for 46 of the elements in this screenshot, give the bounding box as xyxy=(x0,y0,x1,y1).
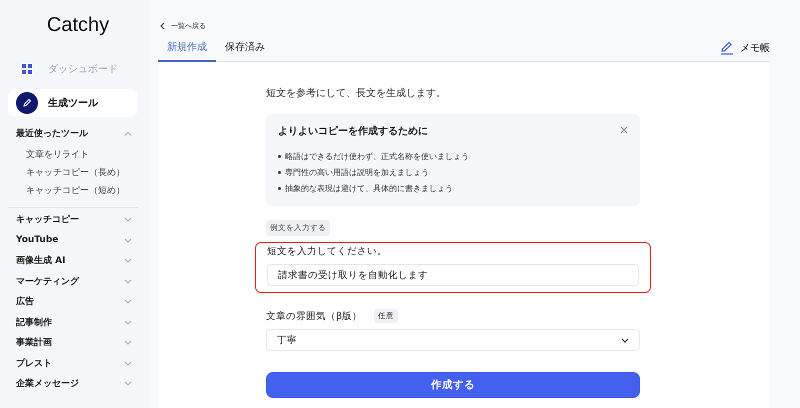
chevron-down-icon xyxy=(124,299,132,304)
field-label: 短文を入力してください。 xyxy=(267,245,388,258)
description-text: 短文を参考にして、長文を生成します。 xyxy=(266,86,447,100)
field-label: 文章の雰囲気（β版） xyxy=(266,310,362,322)
recent-tool-link[interactable]: キャッチコピー（短め） xyxy=(26,182,138,200)
tip-text: 抽象的な表現は避けて、具体的に書きましょう xyxy=(285,182,453,194)
tab[interactable]: 保存済み xyxy=(216,40,274,62)
chevron-left-icon xyxy=(160,22,165,30)
close-button[interactable] xyxy=(618,124,630,136)
chevron-down-icon xyxy=(124,381,132,386)
memo-button[interactable]: メモ帳 xyxy=(720,41,770,61)
bullet-icon xyxy=(278,186,281,190)
chevron-down-icon xyxy=(124,238,132,243)
category-toggle[interactable]: 記事制作 xyxy=(8,312,138,332)
chevron-down-icon xyxy=(621,338,629,342)
chevron-down-icon xyxy=(124,340,132,346)
chevron-down-icon xyxy=(124,360,132,366)
pencil-icon xyxy=(16,92,38,114)
recent-tool-link[interactable]: 文章をリライト xyxy=(26,146,138,164)
chevron-down-icon xyxy=(124,320,132,325)
submit-button[interactable]: 作成する xyxy=(266,372,640,398)
section-toggle[interactable]: 最近使ったツール xyxy=(8,123,138,144)
select-field[interactable]: 丁寧 xyxy=(266,329,640,351)
tip-text: 専門性の高い用語は説明を加えましょう xyxy=(285,166,429,178)
tip-title: よりよいコピーを作成するために xyxy=(278,124,428,138)
chevron-down-icon xyxy=(124,258,132,264)
pencil-icon xyxy=(720,41,734,55)
text-input[interactable]: 請求書の受け取りを自動化します xyxy=(267,264,639,286)
recent-tool-link[interactable]: キャッチコピー（長め） xyxy=(26,164,138,182)
category-toggle[interactable]: マーケティング xyxy=(8,271,138,292)
category-toggle[interactable]: 画像生成 AI xyxy=(8,250,138,271)
chevron-up-icon xyxy=(124,130,132,136)
nav-item[interactable]: 生成ツール xyxy=(8,89,138,117)
chevron-down-icon xyxy=(124,278,132,284)
category-toggle[interactable]: キャッチコピー xyxy=(8,210,138,230)
category-toggle[interactable]: 広告 xyxy=(8,292,138,312)
bullet-icon xyxy=(278,154,281,158)
chevron-down-icon xyxy=(124,217,132,222)
category-toggle[interactable]: 企業メッセージ xyxy=(8,374,138,394)
logo: Catchy xyxy=(46,14,110,37)
bullet-icon xyxy=(278,170,281,174)
close-icon xyxy=(620,126,628,134)
category-toggle[interactable]: プレスト xyxy=(8,353,138,374)
category-toggle[interactable]: YouTube xyxy=(8,230,138,250)
tip-text: 略語はできるだけ使わず、正式名称を使いましょう xyxy=(285,150,469,162)
category-toggle[interactable]: 事業計画 xyxy=(8,332,138,353)
